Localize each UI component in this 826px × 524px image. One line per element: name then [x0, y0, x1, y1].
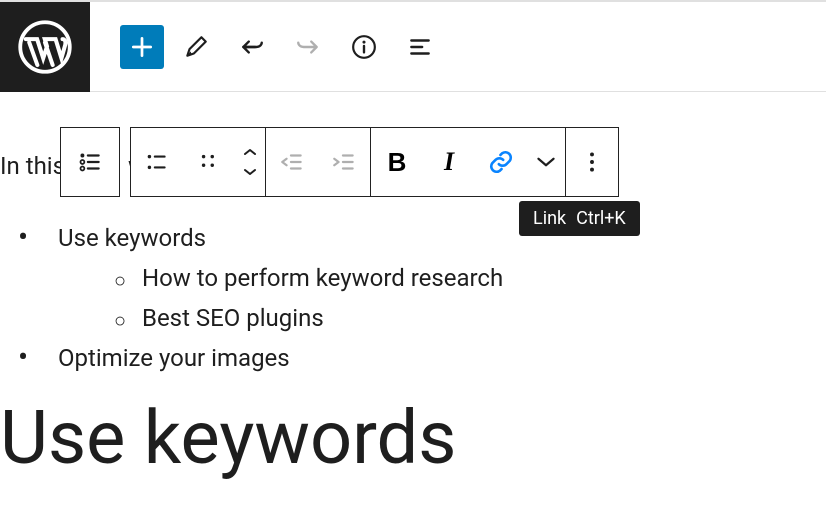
kebab-icon	[579, 149, 605, 175]
list-item: How to perform keyword research	[118, 258, 503, 298]
chevron-up-icon	[243, 147, 257, 157]
heading-block[interactable]: Use keywords	[0, 398, 456, 479]
header-toolbar	[90, 2, 444, 91]
move-down-button[interactable]	[235, 162, 265, 182]
list-item: Optimize your images	[36, 338, 503, 378]
editor-header	[0, 2, 826, 92]
chevron-down-icon	[533, 149, 559, 175]
nested-list[interactable]: How to perform keyword research Best SEO…	[118, 258, 503, 338]
bullet-list-icon	[144, 149, 170, 175]
plus-icon	[129, 34, 155, 60]
paragraph-fragment-left: In this	[0, 152, 65, 180]
wordpress-logo[interactable]	[0, 2, 90, 92]
redo-button	[284, 23, 332, 71]
tooltip-label: Link	[533, 208, 566, 229]
block-toolbar: B I	[60, 127, 619, 197]
pencil-icon	[183, 34, 209, 60]
bold-button[interactable]: B	[371, 128, 423, 196]
list-item: Best SEO plugins	[118, 298, 503, 338]
outdent-button[interactable]	[266, 128, 318, 196]
chevron-down-icon	[243, 167, 257, 177]
list-item-text[interactable]: How to perform keyword research	[142, 264, 503, 292]
block-mover	[235, 128, 265, 196]
edit-mode-button[interactable]	[172, 23, 220, 71]
list-item-text[interactable]: Use keywords	[58, 224, 206, 252]
ordered-list-button[interactable]	[183, 128, 235, 196]
outdent-icon	[279, 149, 305, 175]
info-button[interactable]	[340, 23, 388, 71]
list-item: Use keywords How to perform keyword rese…	[36, 218, 503, 338]
undo-icon	[239, 34, 265, 60]
link-button[interactable]	[475, 128, 527, 196]
list-block-icon	[77, 149, 103, 175]
grid-dots-icon	[196, 149, 222, 175]
undo-button[interactable]	[228, 23, 276, 71]
wordpress-icon	[18, 20, 72, 74]
outline-icon	[407, 34, 433, 60]
block-type-button[interactable]	[61, 128, 119, 196]
link-tooltip: Link Ctrl+K	[519, 201, 640, 236]
outline-button[interactable]	[396, 23, 444, 71]
list-item-text[interactable]: Optimize your images	[58, 344, 290, 372]
link-icon	[488, 149, 514, 175]
list-item-text[interactable]: Best SEO plugins	[142, 304, 324, 332]
italic-button[interactable]: I	[423, 128, 475, 196]
more-formatting-button[interactable]	[527, 128, 565, 196]
unordered-list-button[interactable]	[131, 128, 183, 196]
indent-button[interactable]	[318, 128, 370, 196]
content-list[interactable]: Use keywords How to perform keyword rese…	[36, 218, 503, 378]
redo-icon	[295, 34, 321, 60]
tooltip-shortcut: Ctrl+K	[576, 208, 626, 229]
info-icon	[351, 34, 377, 60]
italic-icon: I	[444, 147, 454, 177]
indent-icon	[331, 149, 357, 175]
bold-icon: B	[388, 147, 407, 178]
add-block-button[interactable]	[120, 25, 164, 69]
more-options-button[interactable]	[566, 128, 618, 196]
move-up-button[interactable]	[235, 142, 265, 162]
